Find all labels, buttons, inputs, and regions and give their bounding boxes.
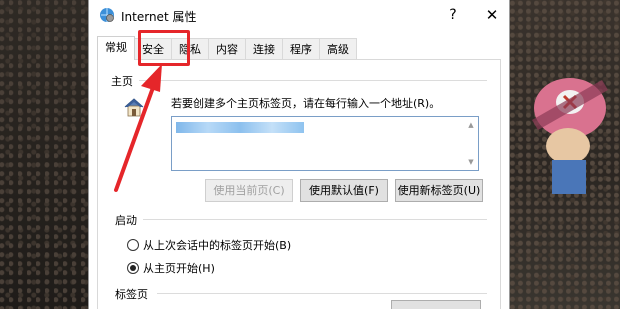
title-bar: Internet 属性 ? ✕ xyxy=(89,0,509,30)
tab-connections[interactable]: 连接 xyxy=(245,38,283,60)
tabs-settings-button[interactable] xyxy=(391,300,481,309)
home-url-textarea[interactable]: ▲ ▼ xyxy=(171,116,479,171)
startup-section-label: 启动 xyxy=(115,214,137,227)
red-arrow-annotation xyxy=(114,64,162,192)
background-right xyxy=(510,0,620,309)
scroll-up-icon[interactable]: ▲ xyxy=(466,120,476,130)
tabs-section-label: 标签页 xyxy=(115,288,148,301)
internet-options-icon xyxy=(100,8,114,22)
radio-home-page[interactable] xyxy=(127,262,139,274)
radio-last-session[interactable] xyxy=(127,239,139,251)
background-left xyxy=(0,0,88,309)
home-section-divider xyxy=(139,80,487,81)
tabs-section-divider xyxy=(157,293,487,294)
window-title: Internet 属性 xyxy=(121,10,197,24)
blurred-url-line xyxy=(176,122,304,133)
startup-option-home-page[interactable]: 从主页开始(H) xyxy=(127,260,215,276)
tab-strip: 常规 安全 隐私 内容 连接 程序 高级 xyxy=(97,36,357,60)
tab-general[interactable]: 常规 xyxy=(97,36,135,60)
startup-option-last-session[interactable]: 从上次会话中的标签页开始(B) xyxy=(127,237,291,253)
background-character-image xyxy=(532,78,608,194)
tab-content[interactable]: 内容 xyxy=(208,38,246,60)
use-default-button[interactable]: 使用默认值(F) xyxy=(300,179,388,202)
startup-option-label: 从上次会话中的标签页开始(B) xyxy=(143,239,292,252)
tab-advanced[interactable]: 高级 xyxy=(319,38,357,60)
use-current-button[interactable]: 使用当前页(C) xyxy=(205,179,293,202)
startup-option-label: 从主页开始(H) xyxy=(143,262,215,275)
help-button[interactable]: ? xyxy=(441,4,465,26)
close-button[interactable]: ✕ xyxy=(477,4,507,26)
home-hint-text: 若要创建多个主页标签页，请在每行输入一个地址(R)。 xyxy=(171,97,441,110)
startup-section-divider xyxy=(143,219,487,220)
scroll-down-icon[interactable]: ▼ xyxy=(466,157,476,167)
tab-programs[interactable]: 程序 xyxy=(282,38,320,60)
use-new-tab-button[interactable]: 使用新标签页(U) xyxy=(395,179,483,202)
